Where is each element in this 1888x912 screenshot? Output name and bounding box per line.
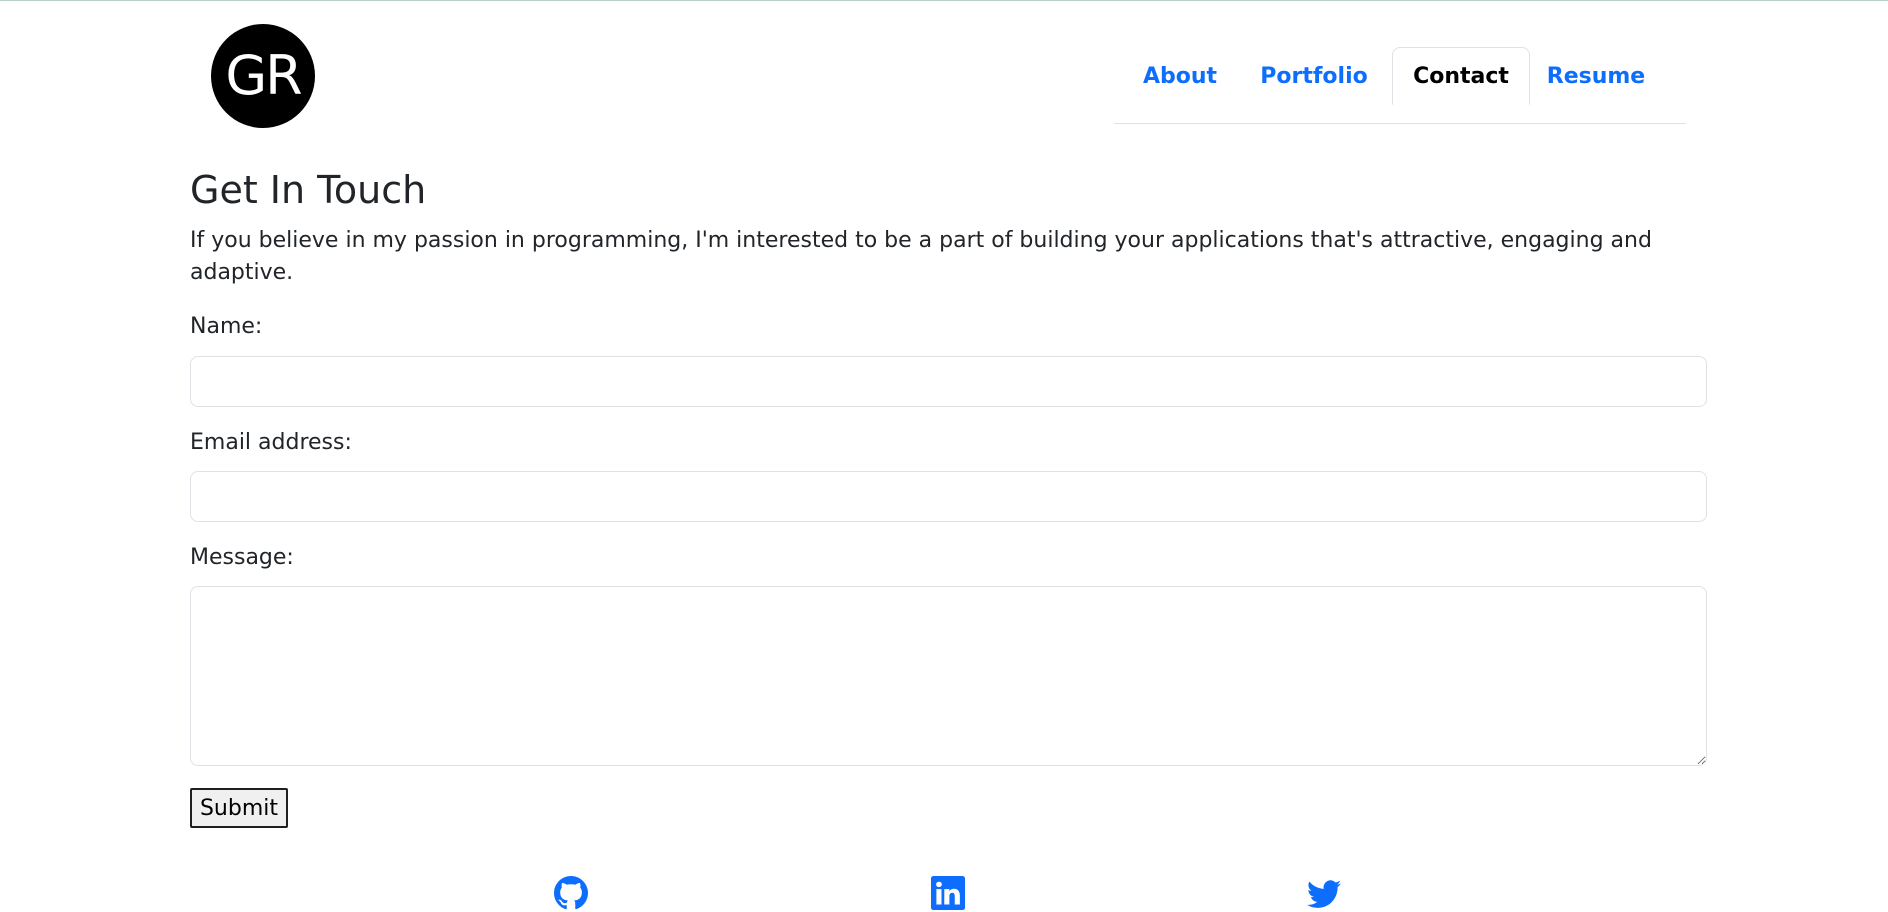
page: GR About Portfolio Contact Resume Get In… [0, 0, 1888, 912]
linkedin-link[interactable] [931, 876, 965, 910]
twitter-link[interactable] [1307, 876, 1341, 910]
github-icon [554, 876, 588, 910]
page-title: Get In Touch [190, 168, 427, 212]
intro-text: If you believe in my passion in programm… [190, 228, 1652, 285]
linkedin-icon [931, 876, 965, 910]
message-label: Message: [190, 545, 294, 570]
tab-about[interactable]: About [1114, 47, 1246, 105]
email-field[interactable] [190, 471, 1707, 522]
tab-contact[interactable]: Contact [1392, 47, 1530, 105]
name-label: Name: [190, 314, 263, 339]
nav-tabs: About Portfolio Contact Resume [1114, 47, 1686, 124]
name-field[interactable] [190, 356, 1707, 407]
logo[interactable]: GR [211, 24, 315, 128]
email-label: Email address: [190, 430, 352, 455]
tab-portfolio[interactable]: Portfolio [1246, 47, 1382, 105]
submit-button[interactable]: Submit [190, 788, 288, 828]
top-divider [0, 0, 1888, 1]
logo-text: GR [225, 44, 302, 107]
twitter-icon [1307, 880, 1341, 908]
message-field[interactable] [190, 586, 1707, 766]
github-link[interactable] [554, 876, 588, 910]
tab-resume[interactable]: Resume [1530, 47, 1662, 105]
